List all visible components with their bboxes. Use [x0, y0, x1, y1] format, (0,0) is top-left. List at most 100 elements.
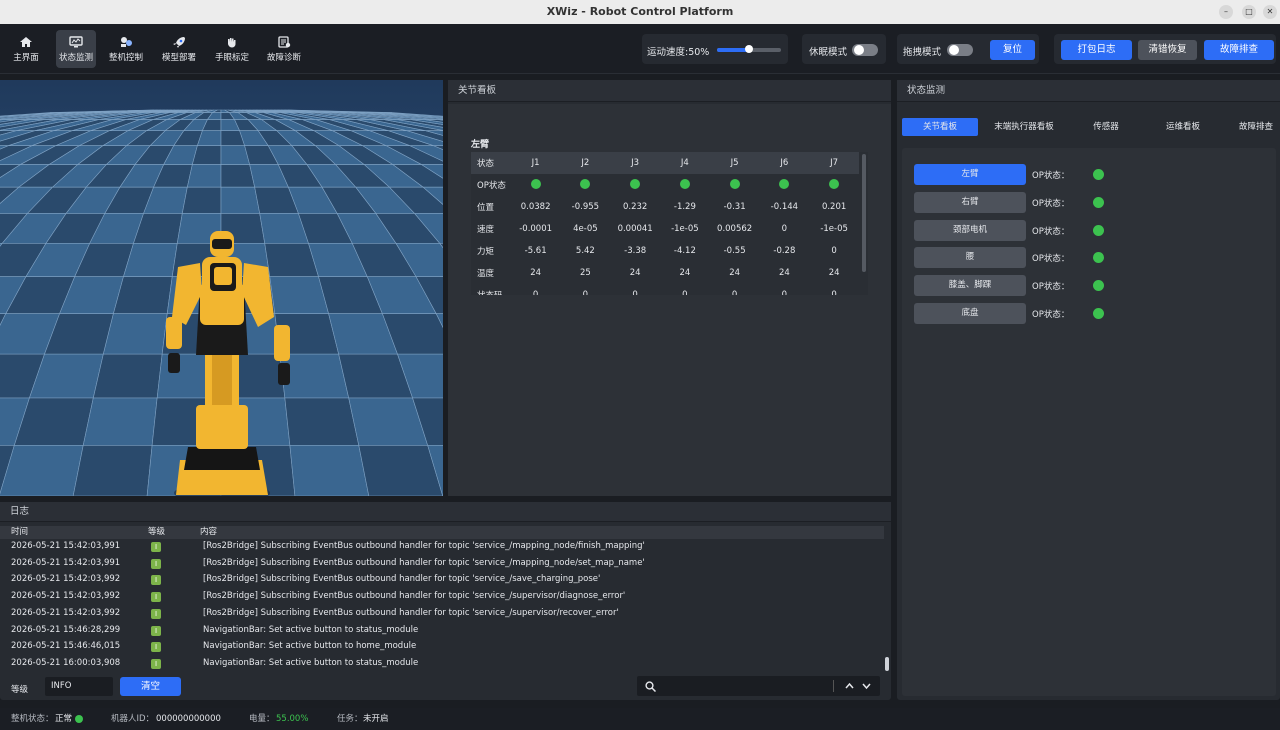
status-group-button-2[interactable]: 颈部电机: [914, 219, 1026, 241]
floor-tile: [191, 145, 222, 165]
joint-value-cell: 0.232: [622, 202, 648, 212]
joint-value-cell: 0.0382: [520, 202, 551, 212]
robot-3d-viewport[interactable]: [0, 80, 443, 496]
joint-panel-header: 关节看板: [448, 80, 891, 102]
drag-mode-toggle[interactable]: [947, 44, 973, 56]
status-group-button-1[interactable]: 右臂: [914, 191, 1026, 213]
joint-op-status-cell: [809, 174, 859, 196]
window-titlebar: XWiz - Robot Control Platform – □ ✕: [0, 0, 1280, 24]
log-content: NavigationBar: Set active button to stat…: [203, 624, 419, 635]
rocket-icon: [173, 37, 185, 48]
nav-status-monitor[interactable]: 状态监测: [56, 30, 96, 68]
status-tab-4[interactable]: 故障排查: [1227, 118, 1280, 136]
floor-tile: [72, 445, 153, 496]
op-status-label: OP状态：: [1032, 310, 1070, 320]
log-time: 2026-05-21 15:46:28,299: [11, 624, 121, 635]
nav-model-deploy[interactable]: 模型部署: [159, 30, 199, 68]
home-icon: [20, 37, 32, 47]
status-group-button-5[interactable]: 底盘: [914, 303, 1026, 324]
op-status-dot: [679, 178, 690, 189]
robot-id-label: 机器人ID：: [111, 714, 155, 724]
status-bar: 整机状态： 正常 机器人ID： 000000000000 电量： 55.00% …: [0, 708, 1280, 730]
joint-value-cell: 25: [579, 268, 591, 278]
log-row[interactable]: 2026-05-21 15:42:03,992 I [Ros2Bridge] Sub…: [0, 588, 884, 605]
op-status-label: OP状态：: [1032, 171, 1070, 181]
nav-fault-diagnosis[interactable]: 故障诊断: [264, 30, 304, 68]
joint-table-container[interactable]: 状态 J1 J2 J3 J4 J5 J6 J7 OP状态 位置 0.0382 -0.955 0.232 -…: [471, 152, 868, 295]
drag-mode-label: 拖拽模式: [903, 47, 942, 58]
joint-value-cell: 4e-05: [573, 224, 598, 234]
status-group-button-4[interactable]: 膝盖、脚踝: [914, 275, 1026, 297]
status-tab-1[interactable]: 末端执行器看板: [980, 118, 1068, 136]
joint-value-cell: 5.42: [575, 246, 595, 256]
log-time: 2026-05-21 15:42:03,992: [11, 607, 121, 618]
log-level-badge: I: [151, 558, 161, 569]
joint-value-cell: 0: [682, 290, 688, 295]
toggle-knob: [854, 45, 864, 55]
joint-value-cell: -1.29: [673, 202, 696, 212]
pack-log-button[interactable]: 打包日志: [1061, 40, 1132, 60]
chevron-down-icon[interactable]: [862, 682, 871, 690]
speed-slider-handle[interactable]: [745, 45, 753, 53]
op-status-dot: [1093, 169, 1104, 180]
chevron-up-icon[interactable]: [845, 682, 854, 690]
log-row[interactable]: 2026-05-21 15:42:03,991 I [Ros2Bridge] Sub…: [0, 538, 884, 555]
log-row[interactable]: 2026-05-21 15:42:03,992 I [Ros2Bridge] Sub…: [0, 571, 884, 588]
maximize-icon[interactable]: □: [1242, 5, 1256, 19]
floor-tile: [289, 445, 370, 496]
log-search-box[interactable]: [637, 676, 880, 696]
joint-op-status-cell: [660, 174, 710, 196]
joint-table-row: 状态码 0 0 0 0 0 0 0: [471, 284, 859, 295]
troubleshoot-button[interactable]: 故障排查: [1204, 40, 1274, 60]
op-status-dot: [729, 178, 740, 189]
close-icon[interactable]: ✕: [1263, 5, 1277, 19]
log-list[interactable]: 2026-05-21 15:42:03,991 I [Ros2Bridge] Sub…: [0, 538, 884, 672]
nav-hand-eye-calibration[interactable]: 手眼标定: [212, 30, 252, 68]
clear-log-button[interactable]: 清空: [120, 677, 181, 696]
joint-header-j1: J1: [531, 158, 540, 168]
log-content: NavigationBar: Set active button to home…: [203, 641, 417, 652]
status-tab-3[interactable]: 运维看板: [1146, 118, 1220, 136]
joint-value-cell: 0: [781, 290, 788, 295]
joint-value-cell: -0.31: [723, 202, 746, 212]
minimize-icon[interactable]: –: [1219, 5, 1233, 19]
log-content: [Ros2Bridge] Subscribing EventBus outbou…: [203, 541, 645, 551]
log-row[interactable]: 2026-05-21 15:46:28,299 I NavigationBar: S…: [0, 622, 884, 639]
clear-error-button[interactable]: 清错恢复: [1138, 40, 1197, 60]
joint-value-cell: 0.201: [821, 202, 847, 212]
status-group-button-3[interactable]: 腰: [914, 247, 1026, 269]
op-status-label: OP状态：: [1032, 254, 1070, 265]
joint-value-cell: -5.61: [524, 246, 547, 256]
log-content: NavigationBar: Set active button to stat…: [203, 657, 419, 668]
log-panel-title: 日志: [10, 506, 30, 517]
sleep-mode-toggle[interactable]: [852, 44, 878, 56]
reset-button[interactable]: 复位: [990, 40, 1035, 60]
status-tab-2[interactable]: 传感器: [1071, 118, 1141, 136]
joint-table-row: 温度 24 25 24 24 24 24 24: [471, 262, 859, 284]
nav-machine-control[interactable]: 整机控制: [106, 30, 146, 68]
table-scrollbar[interactable]: [862, 154, 866, 272]
op-status-dot: [530, 178, 541, 189]
search-divider: [833, 680, 834, 692]
nav-label: 手眼标定: [214, 53, 249, 63]
log-row[interactable]: 2026-05-21 15:42:03,992 I [Ros2Bridge] Sub…: [0, 605, 884, 622]
joint-value-cell: -3.38: [624, 246, 647, 256]
joint-value-cell: 24: [530, 268, 542, 278]
op-status-dot: [1093, 308, 1104, 319]
joint-table-row: OP状态: [471, 174, 859, 196]
joint-value-cell: 0.00562: [717, 224, 753, 234]
top-toolbar: 主界面 状态监测 整机控制 模型部署 手眼标定 故障诊断 运动速度:50% 休眠…: [0, 24, 1280, 74]
status-tab-0[interactable]: 关节看板: [902, 118, 978, 136]
log-row[interactable]: 2026-05-21 15:42:03,991 I [Ros2Bridge] Sub…: [0, 555, 884, 572]
status-group-button-0[interactable]: 左臂: [914, 164, 1026, 185]
nav-home[interactable]: 主界面: [6, 30, 46, 68]
joint-value-cell: 0: [582, 290, 589, 295]
joint-value-cell: -4.12: [673, 246, 696, 256]
log-scrollbar[interactable]: [885, 657, 889, 671]
log-level-select[interactable]: INFO: [45, 677, 113, 696]
log-row[interactable]: 2026-05-21 16:00:03,908 I NavigationBar: S…: [0, 655, 884, 672]
task-label: 任务：: [337, 714, 363, 724]
speed-slider[interactable]: [717, 45, 781, 53]
joint-row-label: 温度: [477, 269, 495, 279]
log-row[interactable]: 2026-05-21 15:46:46,015 I NavigationBar: S…: [0, 638, 884, 655]
